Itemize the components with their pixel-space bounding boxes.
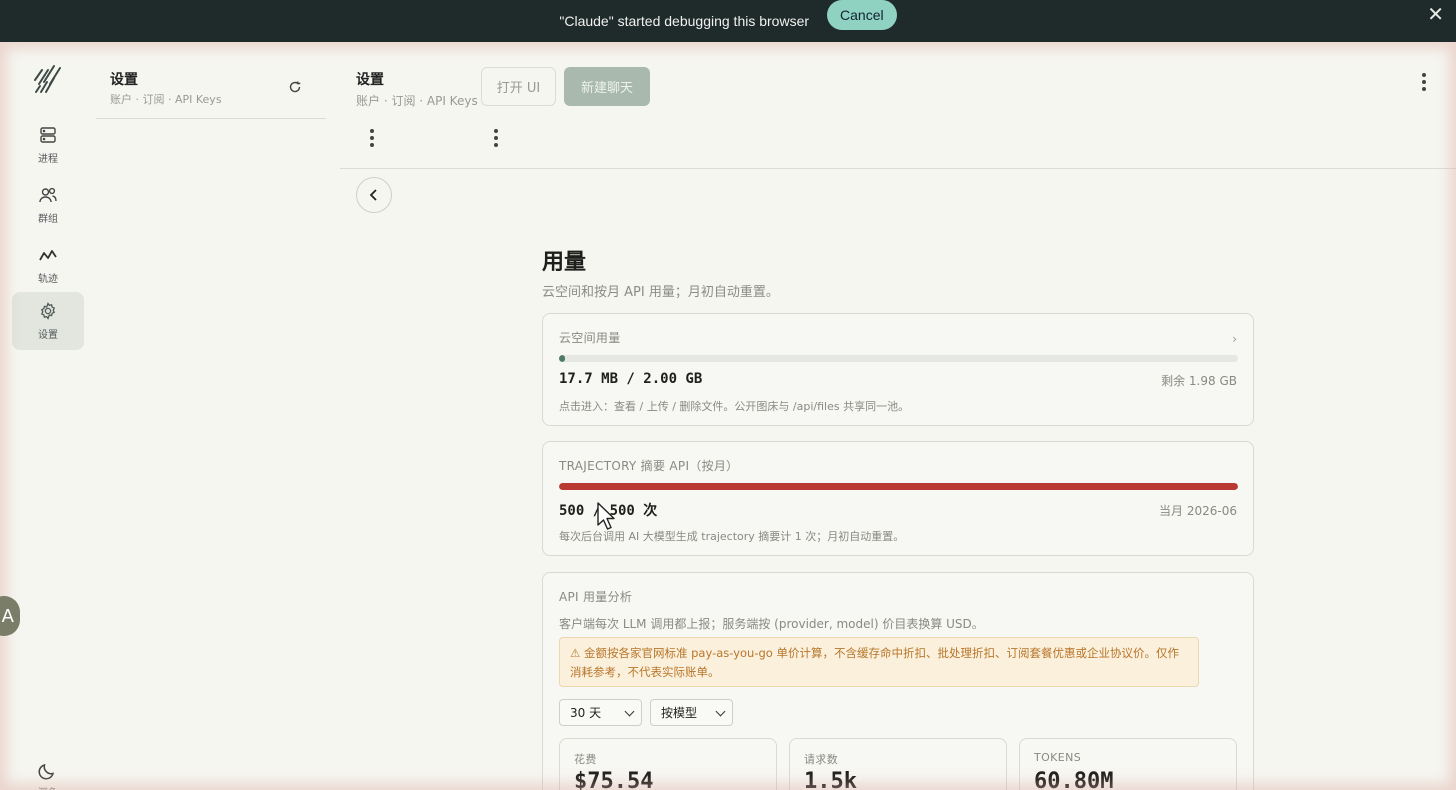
more-menu-icon[interactable]	[369, 129, 375, 151]
trajectory-usage-card: TRAJECTORY 摘要 API（按月） 500 / 500 次 当月 202…	[542, 441, 1254, 556]
trajectory-progress-bar	[559, 483, 1238, 490]
back-button[interactable]	[356, 177, 392, 213]
stat-requests-label: 请求数	[804, 753, 839, 766]
page-title: 用量	[542, 250, 587, 275]
sidebar-subtitle: 账户 · 订阅 · API Keys	[110, 93, 222, 106]
rail-item-trajectory[interactable]: 轨迹	[12, 236, 84, 294]
settings-sidebar: 设置 账户 · 订阅 · API Keys	[96, 42, 326, 119]
storage-progress-fill	[559, 355, 566, 362]
debug-banner: "Claude" started debugging this browser …	[0, 0, 1456, 42]
header-title: 设置	[356, 72, 384, 88]
range-select[interactable]: 30 天	[559, 699, 642, 726]
rail-item-processes[interactable]: 进程	[12, 116, 84, 174]
rail-label-processes: 进程	[38, 154, 58, 165]
stat-cost-label: 花费	[574, 753, 597, 766]
trajectory-period: 当月 2026-06	[1159, 504, 1237, 518]
new-chat-button[interactable]: 新建聊天	[564, 67, 650, 106]
cancel-debug-button[interactable]: Cancel	[827, 0, 897, 30]
stat-tokens-value: 60.80M	[1034, 769, 1114, 790]
stat-cost-value: $75.54	[574, 769, 654, 790]
range-select-value: 30 天	[570, 706, 602, 720]
storage-progress-bar	[559, 355, 1238, 362]
theme-toggle-label: 深色	[38, 784, 58, 790]
debug-banner-text: "Claude" started debugging this browser	[559, 13, 810, 29]
sidebar-title: 设置	[110, 72, 138, 88]
trajectory-label: TRAJECTORY 摘要 API（按月）	[559, 459, 739, 473]
group-select[interactable]: 按模型	[650, 699, 733, 726]
stat-requests: 请求数 1.5k	[789, 738, 1007, 790]
chevron-down-icon	[715, 706, 726, 717]
storage-value: 17.7 MB / 2.00 GB	[559, 371, 703, 387]
rail-label-groups: 群组	[38, 214, 58, 225]
moon-icon[interactable]	[36, 760, 58, 782]
page-description: 云空间和按月 API 用量；月初自动重置。	[542, 285, 779, 300]
api-analysis-description: 客户端每次 LLM 调用都上报；服务端按 (provider, model) 价…	[559, 617, 984, 631]
storage-note: 点击进入：查看 / 上传 / 删除文件。公开图床与 /api/files 共享同…	[559, 400, 910, 413]
refresh-icon[interactable]	[288, 80, 302, 94]
trajectory-progress-fill	[559, 483, 1238, 490]
stat-tokens: TOKENS 60.80M	[1019, 738, 1237, 790]
rail-item-groups[interactable]: 群组	[12, 176, 84, 234]
open-ui-button[interactable]: 打开 UI	[481, 67, 556, 106]
api-analysis-label: API 用量分析	[559, 590, 633, 604]
rail-label-trajectory: 轨迹	[38, 274, 58, 285]
translate-icon: A	[1, 605, 14, 627]
more-menu-icon[interactable]	[493, 129, 499, 151]
chevron-left-icon	[369, 189, 377, 201]
rail-item-settings[interactable]: 设置	[12, 292, 84, 350]
more-menu-icon[interactable]	[1421, 73, 1427, 95]
app-logo-icon[interactable]	[32, 62, 64, 96]
trajectory-icon	[39, 250, 57, 261]
header-subtitle: 账户 · 订阅 · API Keys	[356, 94, 478, 108]
group-select-value: 按模型	[661, 706, 698, 720]
left-rail: 进程 群组 轨迹 设置 深色	[0, 42, 96, 790]
storage-remaining: 剩余 1.98 GB	[1161, 374, 1237, 388]
stat-cost: 花费 $75.54	[559, 738, 777, 790]
chevron-down-icon	[624, 706, 635, 717]
mouse-cursor-icon	[597, 502, 615, 530]
storage-label: 云空间用量	[559, 331, 621, 345]
rail-label-settings: 设置	[38, 330, 58, 341]
pricing-warning: ⚠ 金额按各家官网标准 pay-as-you-go 单价计算，不含缓存命中折扣、…	[559, 637, 1199, 687]
users-icon	[39, 187, 57, 203]
stat-tokens-label: TOKENS	[1034, 751, 1082, 764]
page-header: 设置 账户 · 订阅 · API Keys 打开 UI 新建聊天	[340, 42, 1456, 169]
close-icon[interactable]: ✕	[1427, 2, 1444, 26]
stat-requests-value: 1.5k	[804, 769, 857, 790]
server-icon	[40, 127, 56, 143]
chevron-right-icon: ›	[1232, 332, 1237, 346]
storage-usage-card[interactable]: 云空间用量 › 17.7 MB / 2.00 GB 剩余 1.98 GB 点击进…	[542, 313, 1254, 426]
api-analysis-card: API 用量分析 客户端每次 LLM 调用都上报；服务端按 (provider,…	[542, 572, 1254, 790]
gear-icon	[40, 302, 56, 320]
